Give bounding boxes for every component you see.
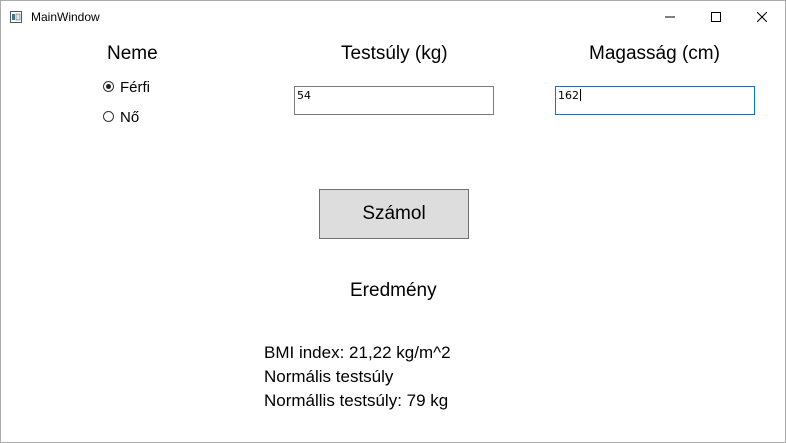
title-bar[interactable]: MainWindow [1, 1, 785, 32]
close-icon [757, 11, 767, 22]
weight-heading: Testsúly (kg) [341, 43, 448, 64]
radio-female[interactable]: Nő [103, 106, 139, 126]
maximize-icon [711, 11, 721, 22]
radio-male[interactable]: Férfi [103, 76, 150, 96]
radio-male-button[interactable] [103, 80, 114, 92]
minimize-button[interactable] [647, 1, 693, 32]
ideal-weight-result: Normállis testsúly: 79 kg [264, 391, 449, 410]
radio-female-button[interactable] [103, 110, 114, 122]
window-app-icon [10, 10, 22, 23]
window-title: MainWindow [31, 10, 100, 24]
weight-input-value: 54 [297, 89, 311, 102]
result-heading: Eredmény [350, 280, 437, 301]
main-window: MainWindow Neme Férfi Nő Testsúly (kg) 5… [0, 0, 786, 443]
minimize-icon [665, 12, 675, 22]
calculate-button[interactable]: Számol [319, 189, 469, 239]
weight-input[interactable]: 54 [294, 86, 494, 115]
radio-male-label: Férfi [120, 79, 150, 96]
category-result: Normális testsúly [264, 367, 394, 386]
text-caret [580, 89, 581, 101]
height-heading: Magasság (cm) [589, 43, 720, 64]
radio-female-label: Nő [120, 109, 140, 126]
maximize-button[interactable] [693, 1, 739, 32]
gender-heading: Neme [107, 43, 158, 64]
close-button[interactable] [739, 1, 785, 32]
height-input[interactable]: 162 [555, 86, 755, 115]
bmi-result: BMI index: 21,22 kg/m^2 [264, 343, 451, 362]
height-input-value: 162 [558, 89, 579, 102]
